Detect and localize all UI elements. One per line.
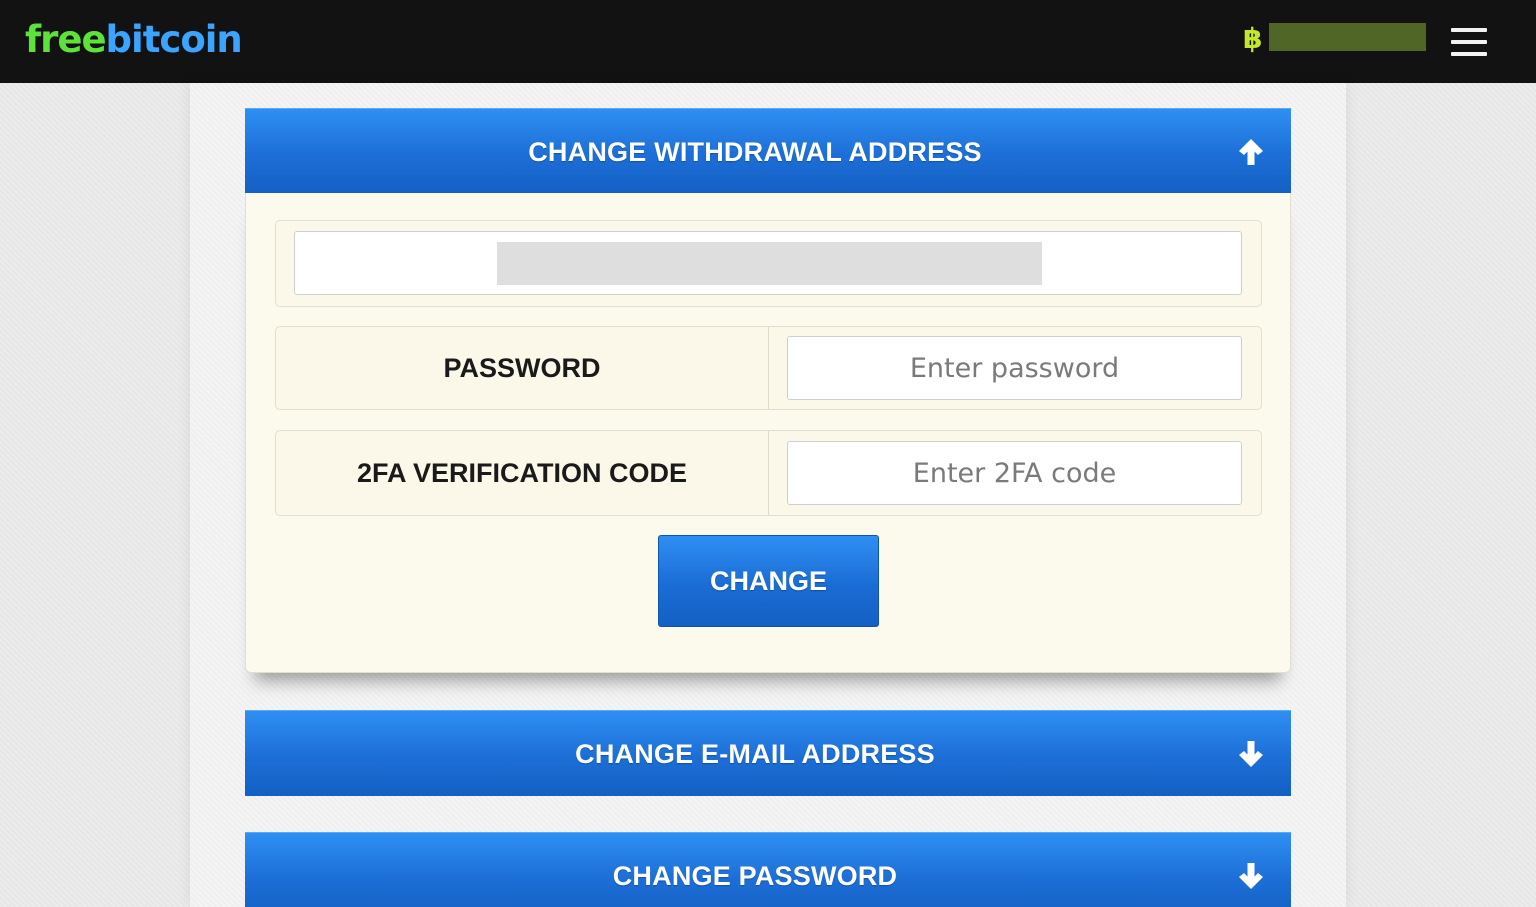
password-input[interactable] <box>787 336 1242 400</box>
arrow-up-icon <box>1239 139 1263 165</box>
section-title: CHANGE PASSWORD <box>612 861 898 891</box>
section-header-change-email-address[interactable]: CHANGE E-MAIL ADDRESS <box>245 710 1291 796</box>
arrow-down-icon <box>1239 741 1263 767</box>
change-button[interactable]: CHANGE <box>658 535 879 627</box>
arrow-down-icon <box>1239 863 1263 889</box>
section-title: CHANGE WITHDRAWAL ADDRESS <box>528 137 982 167</box>
address-redacted <box>497 242 1042 285</box>
freebitcoin-logo[interactable]: freebitcoin <box>25 16 243 64</box>
logo-text-free: free <box>25 18 107 61</box>
hamburger-menu-icon[interactable] <box>1451 28 1487 56</box>
bitcoin-symbol-icon: ฿ <box>1243 22 1263 55</box>
section-header-change-password[interactable]: CHANGE PASSWORD <box>245 832 1291 907</box>
balance-redacted <box>1269 23 1426 51</box>
section-header-change-withdrawal-address[interactable]: CHANGE WITHDRAWAL ADDRESS <box>245 108 1291 194</box>
top-navigation-bar: freebitcoin ฿ <box>0 0 1536 83</box>
logo-text-bitcoin: bitcoin <box>105 18 243 61</box>
password-label: PASSWORD <box>276 327 769 409</box>
twofa-code-input[interactable] <box>787 441 1242 505</box>
twofa-label: 2FA VERIFICATION CODE <box>276 431 769 515</box>
section-title: CHANGE E-MAIL ADDRESS <box>575 739 935 769</box>
